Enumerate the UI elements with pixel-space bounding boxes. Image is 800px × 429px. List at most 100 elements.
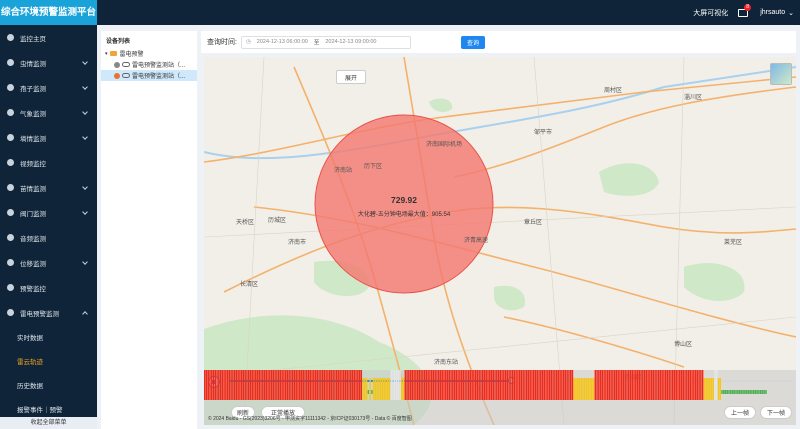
timeline-level-bar[interactable] — [569, 370, 572, 400]
timeline-level-bar[interactable] — [686, 370, 688, 400]
timeline-level-bar[interactable] — [388, 378, 391, 400]
timeline-level-bar[interactable] — [427, 370, 429, 400]
timeline-level-bar[interactable] — [209, 370, 211, 400]
timeline-level-bar[interactable] — [636, 370, 639, 400]
timeline-level-bar[interactable] — [379, 378, 382, 400]
timeline-level-bar[interactable] — [742, 390, 744, 394]
timeline-level-bar[interactable] — [541, 370, 544, 400]
timeline-level-bar[interactable] — [564, 370, 567, 400]
timeline-level-bar[interactable] — [506, 370, 509, 400]
timeline-level-bar[interactable] — [559, 370, 561, 400]
timeline-level-bar[interactable] — [325, 370, 327, 400]
timeline-level-bar[interactable] — [392, 370, 394, 400]
timeline-level-bar[interactable] — [284, 370, 287, 400]
timeline-level-bar[interactable] — [684, 370, 686, 400]
timeline-level-bar[interactable] — [353, 370, 356, 400]
timeline-level-bar[interactable] — [390, 370, 392, 400]
timeline-level-bar[interactable] — [649, 370, 651, 400]
timeline-level-bar[interactable] — [480, 370, 482, 400]
collapse-menu-button[interactable]: 收起全部菜单 — [0, 417, 97, 429]
timeline-level-bar[interactable] — [416, 370, 419, 400]
timeline-level-bar[interactable] — [276, 370, 278, 400]
timeline-level-bar[interactable] — [466, 370, 468, 400]
timeline-level-bar[interactable] — [457, 370, 459, 400]
timeline-level-bar[interactable] — [455, 370, 458, 400]
timeline-level-bar[interactable] — [687, 370, 690, 400]
timeline-level-bar[interactable] — [635, 370, 637, 400]
timeline-level-bar[interactable] — [661, 370, 663, 400]
timeline-level-bar[interactable] — [601, 370, 604, 400]
timeline-level-bar[interactable] — [223, 370, 225, 400]
sidebar-item[interactable]: 虫情监测 — [0, 50, 97, 75]
timeline-level-bar[interactable] — [330, 370, 333, 400]
timeline-level-bar[interactable] — [765, 390, 767, 394]
timeline-level-bar[interactable] — [599, 370, 602, 400]
timeline-level-bar[interactable] — [207, 370, 209, 400]
timeline-level-bar[interactable] — [430, 370, 433, 400]
timeline-level-bar[interactable] — [747, 390, 750, 394]
timeline-level-bar[interactable] — [638, 370, 641, 400]
timeline-level-bar[interactable] — [314, 370, 317, 400]
timeline-level-bar[interactable] — [584, 378, 586, 400]
timeline-level-bar[interactable] — [705, 378, 707, 400]
timeline-level-bar[interactable] — [452, 370, 454, 400]
timeline-level-bar[interactable] — [408, 370, 410, 400]
timeline-level-bar[interactable] — [738, 390, 741, 394]
user-menu[interactable]: jhrsauto ⌄ — [760, 9, 794, 17]
timeline-level-bar[interactable] — [232, 370, 234, 400]
timeline-level-bar[interactable] — [721, 390, 723, 394]
timeline-level-bar[interactable] — [650, 370, 653, 400]
timeline-level-bar[interactable] — [580, 378, 582, 400]
timeline-level-bar[interactable] — [496, 370, 498, 400]
timeline-level-bar[interactable] — [552, 370, 554, 400]
timeline-level-bar[interactable] — [589, 378, 591, 400]
timeline-level-bar[interactable] — [247, 370, 250, 400]
timeline-level-bar[interactable] — [323, 370, 326, 400]
timeline-level-bar[interactable] — [334, 370, 336, 400]
timeline-level-bar[interactable] — [543, 370, 546, 400]
timeline-level-bar[interactable] — [761, 390, 764, 394]
timeline-level-bar[interactable] — [381, 378, 384, 400]
timeline-level-bar[interactable] — [517, 370, 519, 400]
timeline-level-bar[interactable] — [311, 370, 313, 400]
timeline-level-bar[interactable] — [279, 370, 282, 400]
timeline-level-bar[interactable] — [364, 378, 366, 400]
timeline-level-bar[interactable] — [664, 370, 667, 400]
timeline-level-bar[interactable] — [441, 370, 443, 400]
timeline-level-bar[interactable] — [524, 370, 526, 400]
timeline-level-bar[interactable] — [471, 370, 473, 400]
timeline-level-bar[interactable] — [619, 370, 621, 400]
timeline-level-bar[interactable] — [328, 370, 331, 400]
timeline-level-bar[interactable] — [694, 370, 697, 400]
sidebar-item[interactable]: 预警监控 — [0, 275, 97, 300]
start-time-value[interactable]: 2024-12-13 06:00:00 — [257, 39, 308, 45]
sidebar-item[interactable]: 苗情监测 — [0, 175, 97, 200]
timeline-level-bar[interactable] — [237, 370, 239, 400]
timeline-level-bar[interactable] — [752, 390, 755, 394]
timeline-level-bar[interactable] — [460, 370, 463, 400]
timeline-level-bar[interactable] — [357, 370, 359, 400]
timeline-level-bar[interactable] — [253, 370, 255, 400]
timeline-level-bar[interactable] — [297, 370, 299, 400]
timeline-level-bar[interactable] — [592, 378, 595, 400]
timeline-level-bar[interactable] — [446, 370, 449, 400]
timeline-level-bar[interactable] — [283, 370, 285, 400]
timeline-level-bar[interactable] — [462, 370, 465, 400]
timeline-level-bar[interactable] — [291, 370, 294, 400]
timeline-level-bar[interactable] — [448, 370, 451, 400]
timeline-level-bar[interactable] — [225, 370, 227, 400]
timeline-level-bar[interactable] — [313, 370, 315, 400]
timeline-level-bar[interactable] — [367, 390, 370, 394]
timeline-level-bar[interactable] — [233, 370, 236, 400]
timeline-level-bar[interactable] — [288, 370, 290, 400]
timeline-level-bar[interactable] — [594, 370, 597, 400]
tree-device-node[interactable]: 雷电预警监测站（... — [101, 59, 197, 70]
sidebar-item[interactable]: 气象监测 — [0, 100, 97, 125]
timeline-level-bar[interactable] — [620, 370, 623, 400]
timeline-level-bar[interactable] — [562, 370, 565, 400]
timeline-level-bar[interactable] — [307, 370, 310, 400]
timeline-level-bar[interactable] — [445, 370, 447, 400]
map-view[interactable]: 展开 729.92 大化碧-五分钟电场最大值：905.54 济南市 历城区 历下区天… — [204, 57, 796, 425]
timeline-level-bar[interactable] — [735, 390, 737, 394]
timeline-level-bar[interactable] — [612, 370, 614, 400]
